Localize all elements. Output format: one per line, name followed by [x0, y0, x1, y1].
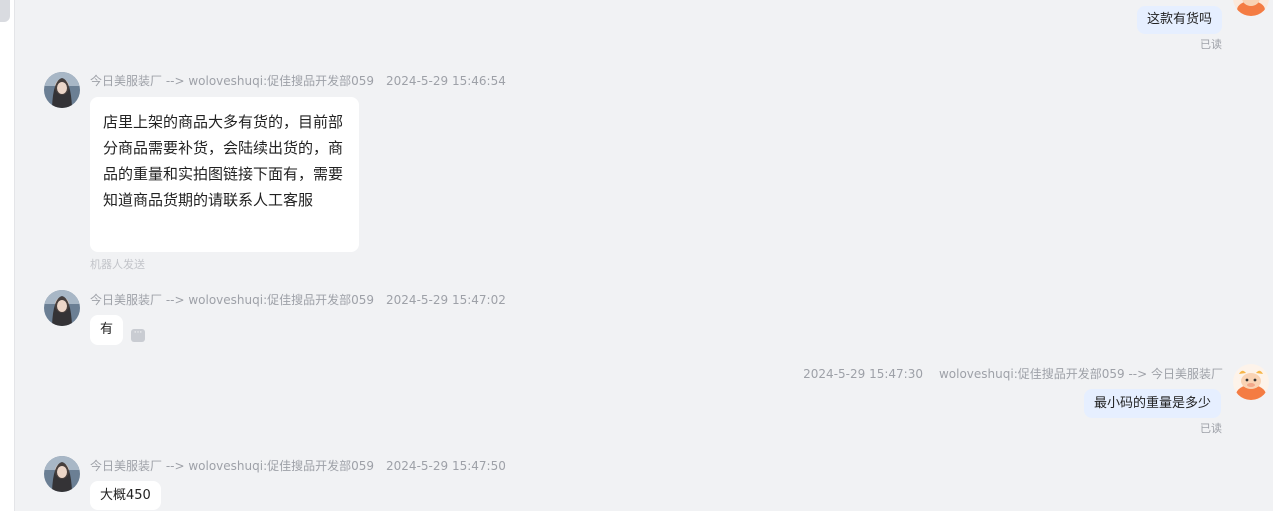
message-bubble[interactable]: 店里上架的商品大多有货的，目前部分商品需要补货，会陆续出货的，商品的重量和实拍图… [90, 97, 359, 252]
sender-route: 今日美服装厂 --> woloveshuqi:促佳搜品开发部059 [90, 74, 375, 88]
sender-route: woloveshuqi:促佳搜品开发部059 --> 今日美服装厂 [938, 367, 1223, 381]
message-meta: 今日美服装厂 --> woloveshuqi:促佳搜品开发部059 2024-5-… [90, 457, 506, 474]
robot-sent-label: 机器人发送 [90, 258, 145, 271]
message-time: 2024-5-29 15:47:30 [803, 367, 923, 381]
cow-mascot-avatar[interactable] [1233, 364, 1269, 400]
sender-route: 今日美服装厂 --> woloveshuqi:促佳搜品开发部059 [90, 459, 375, 473]
message-bubble[interactable]: 最小码的重量是多少 [1084, 389, 1222, 418]
sender-route: 今日美服装厂 --> woloveshuqi:促佳搜品开发部059 [90, 293, 375, 307]
user-avatar-photo[interactable] [44, 72, 80, 108]
message-time: 2024-5-29 15:47:50 [386, 459, 506, 473]
ellipsis-icon[interactable]: ··· [131, 329, 145, 342]
message-meta: 今日美服装厂 --> woloveshuqi:促佳搜品开发部059 2024-5-… [90, 291, 506, 308]
read-status: 已读 [1200, 422, 1222, 435]
message-text: 有 [100, 322, 114, 337]
message-bubble[interactable]: 有 [90, 315, 124, 345]
message-text: 店里上架的商品大多有货的，目前部分商品需要补货，会陆续出货的，商品的重量和实拍图… [103, 113, 344, 209]
left-panel-edge [0, 0, 15, 511]
user-avatar-photo[interactable] [44, 290, 80, 326]
user-avatar-photo[interactable] [44, 456, 80, 492]
message-bubble[interactable]: 大概450 [90, 481, 161, 510]
message-bubble[interactable]: 这款有货吗 [1137, 6, 1223, 34]
cow-mascot-avatar[interactable] [1233, 0, 1269, 16]
message-meta: 今日美服装厂 --> woloveshuqi:促佳搜品开发部059 2024-5-… [90, 72, 506, 89]
message-time: 2024-5-29 15:47:02 [386, 293, 506, 307]
message-text: 最小码的重量是多少 [1094, 396, 1212, 411]
message-time: 2024-5-29 15:46:54 [386, 74, 506, 88]
read-status: 已读 [1200, 38, 1222, 51]
message-text: 大概450 [100, 488, 151, 503]
message-text: 这款有货吗 [1147, 12, 1213, 27]
message-meta: 2024-5-29 15:47:30 woloveshuqi:促佳搜品开发部059… [803, 365, 1223, 382]
scroll-handle[interactable] [0, 0, 10, 22]
